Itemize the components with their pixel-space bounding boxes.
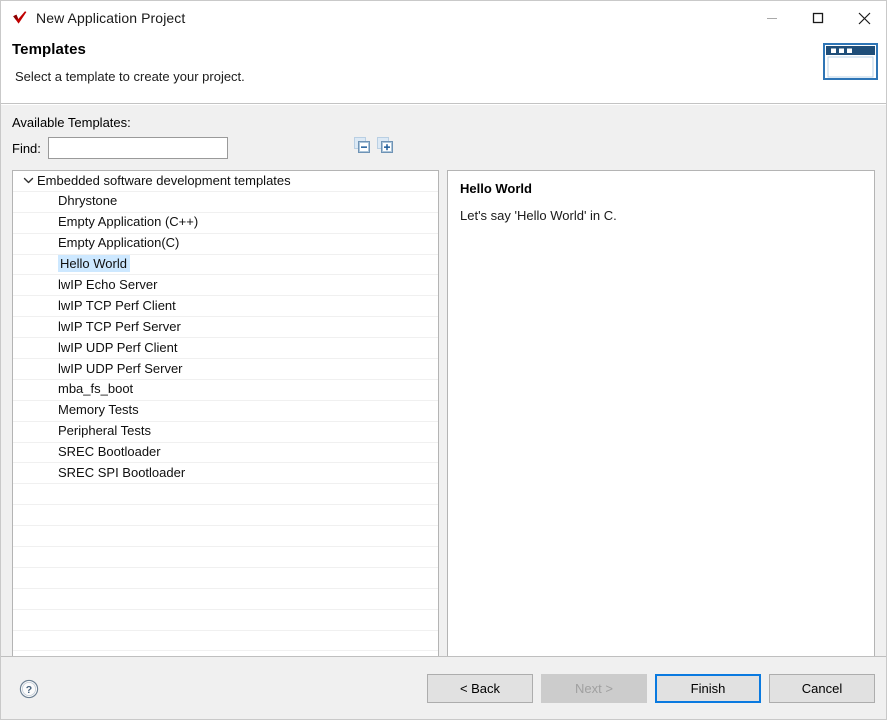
tree-item-row[interactable]: lwIP Echo Server: [13, 275, 438, 297]
tree-item-label: Peripheral Tests: [58, 423, 151, 439]
tree-group-row[interactable]: Embedded software development templates: [13, 171, 438, 192]
tree-item-row[interactable]: Peripheral Tests: [13, 422, 438, 443]
tree-item-label: mba_fs_boot: [58, 381, 134, 397]
tree-empty-row: [13, 547, 438, 568]
tree-item-label: Dhrystone: [58, 193, 118, 209]
tree-item-row[interactable]: SREC Bootloader: [13, 443, 438, 464]
tree-item-row[interactable]: Dhrystone: [13, 192, 438, 213]
tree-item-label: lwIP UDP Perf Client: [58, 339, 178, 355]
description-title: Hello World: [460, 181, 532, 196]
description-text: Let's say 'Hello World' in C.: [460, 208, 617, 223]
window-banner-icon: [823, 30, 880, 80]
collapse-all-icon[interactable]: [354, 137, 370, 153]
tree-item-row[interactable]: SREC SPI Bootloader: [13, 463, 438, 485]
find-label: Find:: [12, 140, 41, 156]
tree-item-row[interactable]: Empty Application(C): [13, 234, 438, 255]
tree-group-label: Embedded software development templates: [37, 172, 291, 188]
tree-item-row[interactable]: Memory Tests: [13, 401, 438, 422]
close-icon: [858, 12, 870, 24]
help-button[interactable]: ?: [12, 679, 39, 699]
templates-tree[interactable]: Embedded software development templates …: [12, 170, 439, 656]
find-row: Find:: [12, 136, 875, 160]
tree-item-label: lwIP Echo Server: [58, 276, 158, 292]
tree-item-label: lwIP TCP Perf Client: [58, 297, 176, 313]
chevron-down-icon[interactable]: [19, 175, 37, 186]
expand-all-icon[interactable]: [377, 137, 393, 153]
content-area: Available Templates: Find: Embedded soft…: [0, 104, 887, 656]
title-bar: New Application Project: [0, 0, 887, 36]
tree-item-label: Empty Application(C): [58, 235, 180, 251]
minimize-button[interactable]: [749, 0, 795, 36]
template-description-panel: Hello World Let's say 'Hello World' in C…: [447, 170, 875, 656]
minimize-icon: [767, 18, 777, 19]
tree-item-row[interactable]: lwIP UDP Perf Server: [13, 359, 438, 380]
tree-item-row[interactable]: mba_fs_boot: [13, 380, 438, 401]
page-subtitle: Select a template to create your project…: [15, 69, 245, 84]
tree-item-label: Hello World: [58, 254, 130, 275]
maximize-icon: [812, 12, 824, 24]
tree-empty-row: [13, 610, 438, 631]
next-button: Next >: [541, 674, 647, 703]
tree-item-row[interactable]: lwIP TCP Perf Client: [13, 296, 438, 318]
tree-item-row[interactable]: Empty Application (C++): [13, 213, 438, 234]
tree-item-label: lwIP TCP Perf Server: [58, 318, 181, 334]
tree-item-label: SREC SPI Bootloader: [58, 464, 186, 480]
tree-item-label: SREC Bootloader: [58, 444, 161, 460]
tree-item-row[interactable]: Hello World: [13, 255, 438, 276]
red-check-icon: [8, 6, 32, 30]
dialog-footer: ? < Back Next > Finish Cancel: [0, 656, 887, 720]
cancel-button[interactable]: Cancel: [769, 674, 875, 703]
back-button[interactable]: < Back: [427, 674, 533, 703]
tree-empty-row: [13, 568, 438, 589]
tree-empty-row: [13, 484, 438, 506]
tree-item-label: Memory Tests: [58, 402, 139, 418]
tree-empty-row: [13, 589, 438, 610]
tree-item-label: Empty Application (C++): [58, 214, 199, 230]
panes: Embedded software development templates …: [12, 170, 875, 656]
tree-tools: [354, 137, 393, 153]
footer-button-group: < Back Next > Finish Cancel: [427, 674, 875, 703]
tree-item-row[interactable]: lwIP UDP Perf Client: [13, 338, 438, 360]
finish-button[interactable]: Finish: [655, 674, 761, 703]
page-title: Templates: [12, 41, 86, 58]
tree-item-row[interactable]: lwIP TCP Perf Server: [13, 317, 438, 339]
find-input[interactable]: [47, 137, 228, 159]
tree-item-selected-label: Hello World: [58, 255, 130, 273]
tree-item-label: lwIP UDP Perf Server: [58, 360, 183, 376]
svg-text:?: ?: [26, 684, 32, 696]
tree-empty-row: [13, 526, 438, 548]
window-title: New Application Project: [36, 10, 186, 26]
new-application-project-dialog: New Application Project Templates Select…: [0, 0, 887, 720]
tree-empty-row: [13, 505, 438, 527]
wizard-header: Templates Select a template to create yo…: [0, 36, 887, 104]
available-templates-label: Available Templates:: [12, 115, 131, 130]
tree-empty-row: [13, 631, 438, 652]
